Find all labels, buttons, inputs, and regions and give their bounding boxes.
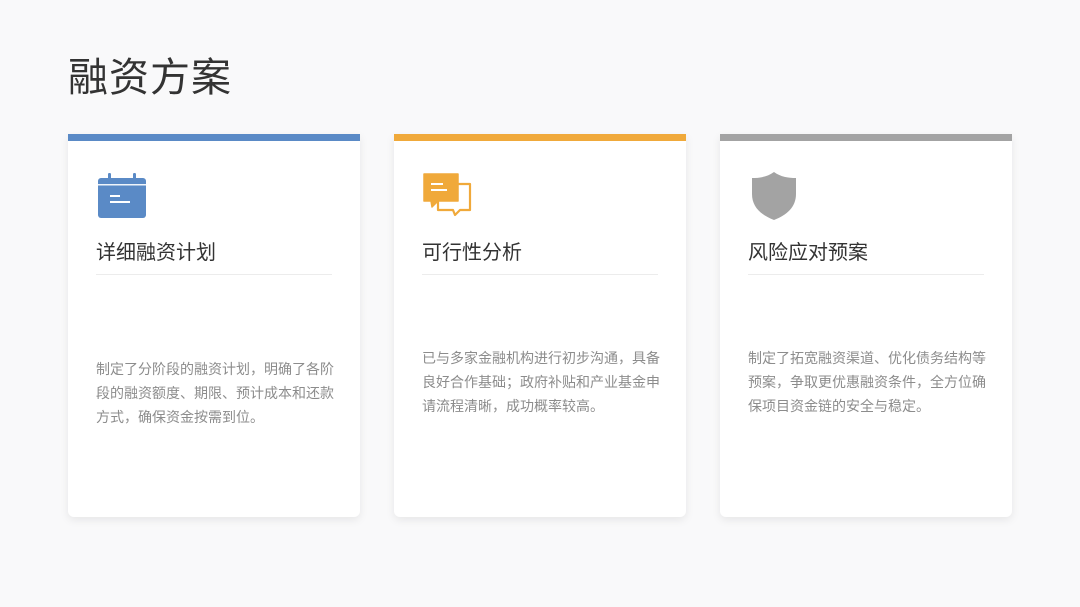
card-feasibility-analysis: 可行性分析 已与多家金融机构进行初步沟通，具备良好合作基础；政府补贴和产业基金申… xyxy=(394,134,686,517)
card-title: 风险应对预案 xyxy=(748,240,868,264)
card-accent-bar xyxy=(720,134,1012,141)
card-description: 已与多家金融机构进行初步沟通，具备良好合作基础；政府补贴和产业基金申请流程清晰，… xyxy=(422,351,660,415)
shield-icon xyxy=(748,170,800,222)
card-accent-bar xyxy=(394,134,686,141)
card-divider xyxy=(96,274,332,275)
card-accent-bar xyxy=(68,134,360,141)
card-description: 制定了拓宽融资渠道、优化债务结构等预案，争取更优惠融资条件，全方位确保项目资金链… xyxy=(748,351,986,415)
card-financing-plan: 详细融资计划 制定了分阶段的融资计划，明确了各阶段的融资额度、期限、预计成本和还… xyxy=(68,134,360,517)
card-risk-plan: 风险应对预案 制定了拓宽融资渠道、优化债务结构等预案，争取更优惠融资条件，全方位… xyxy=(720,134,1012,517)
chat-bubbles-icon xyxy=(422,170,474,222)
card-divider xyxy=(748,274,984,275)
calendar-icon xyxy=(96,170,148,222)
card-divider xyxy=(422,274,658,275)
card-title: 可行性分析 xyxy=(422,240,522,264)
card-description: 制定了分阶段的融资计划，明确了各阶段的融资额度、期限、预计成本和还款方式，确保资… xyxy=(96,362,334,426)
page-title: 融资方案 xyxy=(68,55,232,101)
card-title: 详细融资计划 xyxy=(96,240,216,264)
